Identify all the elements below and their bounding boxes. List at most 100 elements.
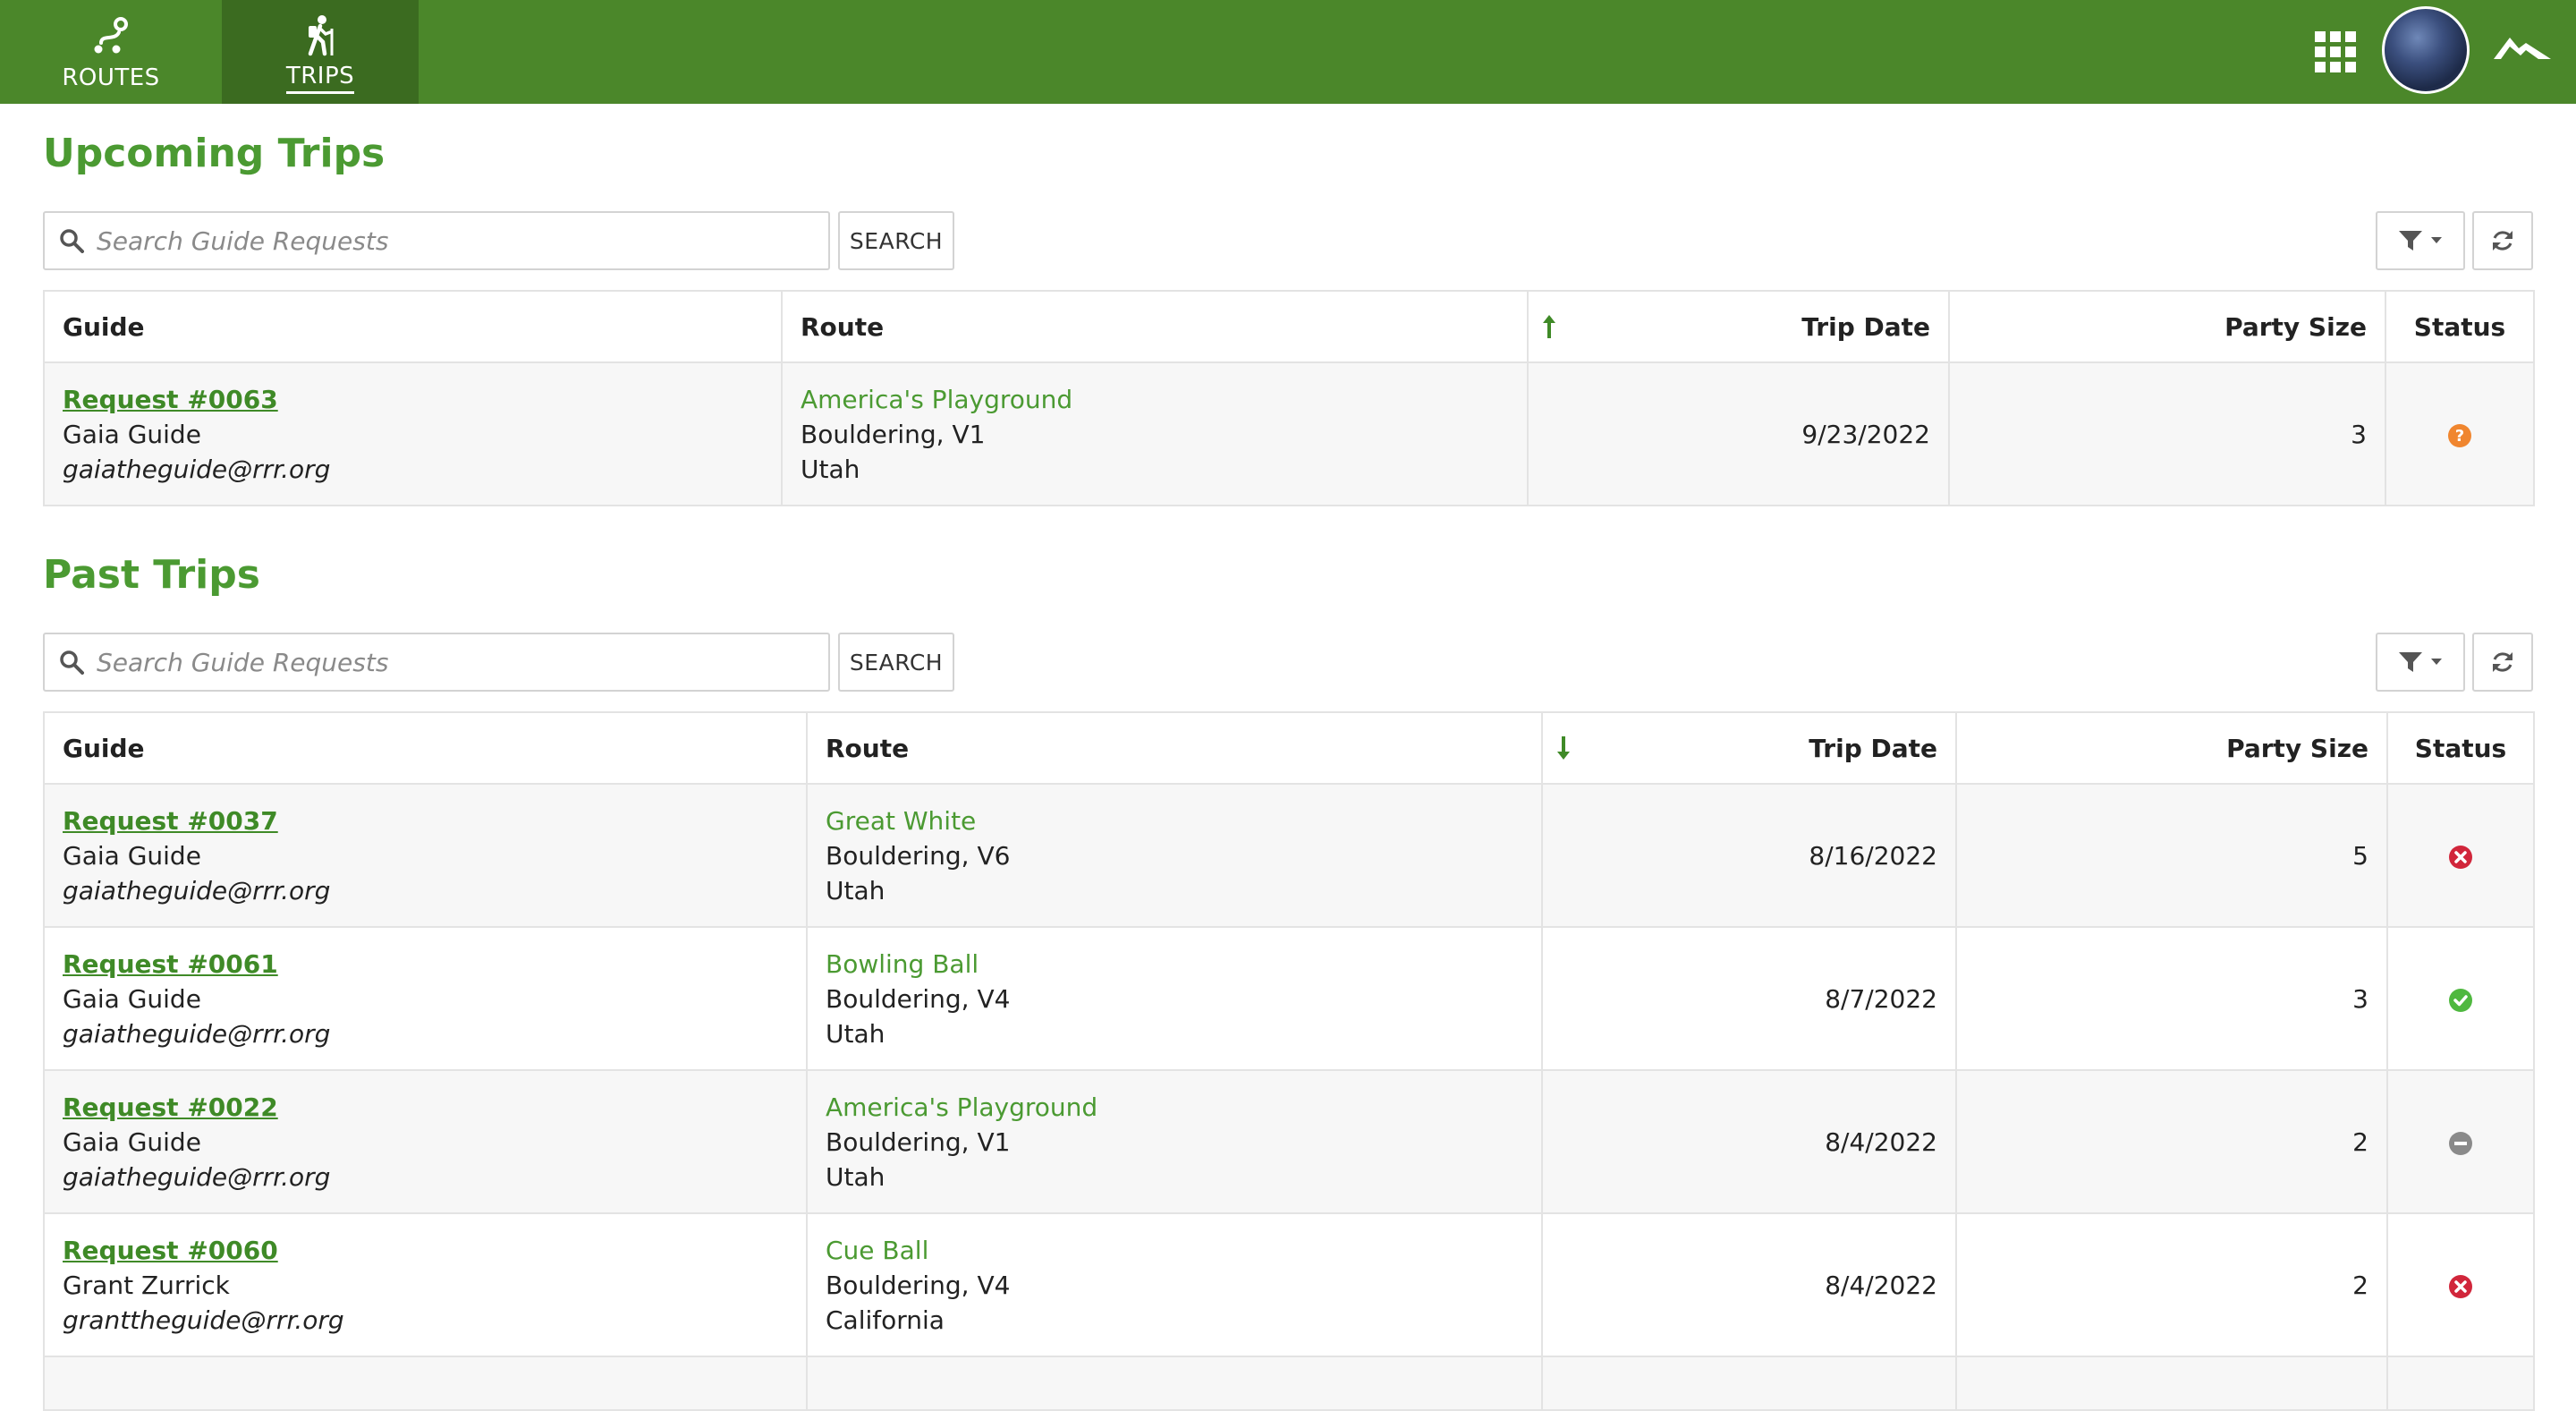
guide-cell: Request #0037 Gaia Guide gaiatheguide@rr… xyxy=(43,783,808,928)
column-header-route[interactable]: Route xyxy=(806,711,1543,785)
search-icon xyxy=(60,229,84,253)
partial-row-cell xyxy=(43,1356,808,1411)
column-header-status[interactable]: Status xyxy=(2386,711,2535,785)
trip-date: 9/23/2022 xyxy=(1527,361,1950,506)
party-size: 3 xyxy=(1948,361,2386,506)
route-type: Bouldering, V1 xyxy=(826,1126,1011,1157)
avatar[interactable] xyxy=(2382,6,2470,94)
route-cell: Cue Ball Bouldering, V4 California xyxy=(806,1212,1543,1357)
route-cell: Great White Bouldering, V6 Utah xyxy=(806,783,1543,928)
party-size: 3 xyxy=(1955,926,2388,1071)
guide-email: gaiatheguide@rrr.org xyxy=(63,875,331,905)
sort-descending-icon xyxy=(1557,736,1570,760)
confirmed-check-icon xyxy=(2449,988,2472,1012)
upcoming-trips-table: Guide Route Trip Date Party Size Status … xyxy=(43,290,2535,506)
table-row xyxy=(43,1356,2535,1411)
svg-text:?: ? xyxy=(2455,427,2464,446)
party-size: 2 xyxy=(1955,1212,2388,1357)
past-search-input[interactable] xyxy=(95,646,796,678)
filter-icon xyxy=(2399,231,2442,251)
guide-cell: Request #0061 Gaia Guide gaiatheguide@rr… xyxy=(43,926,808,1071)
guide-email: gaiatheguide@rrr.org xyxy=(63,1018,331,1049)
tab-trips[interactable]: TRIPS xyxy=(222,0,419,104)
column-header-route[interactable]: Route xyxy=(781,290,1529,363)
trip-date-header-label: Trip Date xyxy=(1809,733,1937,763)
request-link[interactable]: Request #0061 xyxy=(63,947,788,982)
column-header-status[interactable]: Status xyxy=(2385,290,2535,363)
upcoming-refresh-button[interactable] xyxy=(2472,211,2533,270)
declined-x-icon xyxy=(2449,845,2472,869)
route-cell: America's Playground Bouldering, V1 Utah xyxy=(781,361,1529,506)
upcoming-search-field[interactable] xyxy=(43,211,830,270)
past-search-button[interactable]: SEARCH xyxy=(838,633,954,692)
top-navigation-bar: ROUTES TRIPS xyxy=(0,0,2576,104)
tab-routes[interactable]: ROUTES xyxy=(0,0,222,104)
table-header-row: Guide Route Trip Date Party Size Status xyxy=(43,290,2535,363)
sort-ascending-icon xyxy=(1543,315,1555,338)
trip-date: 8/16/2022 xyxy=(1541,783,1957,928)
table-row: Request #0063 Gaia Guide gaiatheguide@rr… xyxy=(43,361,2535,506)
apps-grid-icon[interactable] xyxy=(2315,31,2356,72)
past-search-field[interactable] xyxy=(43,633,830,692)
tab-trips-label: TRIPS xyxy=(285,63,355,94)
route-link[interactable]: America's Playground xyxy=(801,382,1509,417)
mountain-logo-icon[interactable] xyxy=(2494,32,2551,64)
status-cell xyxy=(2386,1212,2535,1357)
route-link[interactable]: Bowling Ball xyxy=(826,947,1523,982)
guide-cell: Request #0060 Grant Zurrick granttheguid… xyxy=(43,1212,808,1357)
past-filter-button[interactable] xyxy=(2376,633,2465,692)
past-refresh-button[interactable] xyxy=(2472,633,2533,692)
route-location: Utah xyxy=(801,454,860,484)
column-header-guide[interactable]: Guide xyxy=(43,290,783,363)
guide-email: gaiatheguide@rrr.org xyxy=(63,454,331,484)
request-link[interactable]: Request #0063 xyxy=(63,382,763,417)
party-size: 5 xyxy=(1955,783,2388,928)
table-header-row: Guide Route Trip Date Party Size Status xyxy=(43,711,2535,785)
route-type: Bouldering, V4 xyxy=(826,1270,1011,1300)
partial-row-cell xyxy=(1955,1356,2388,1411)
past-trips-table: Guide Route Trip Date Party Size Status … xyxy=(43,711,2535,1411)
column-header-trip-date[interactable]: Trip Date xyxy=(1541,711,1957,785)
guide-name: Gaia Guide xyxy=(63,840,201,871)
guide-name: Grant Zurrick xyxy=(63,1270,230,1300)
table-row: Request #0060 Grant Zurrick granttheguid… xyxy=(43,1212,2535,1357)
request-link[interactable]: Request #0022 xyxy=(63,1090,788,1125)
column-header-trip-date[interactable]: Trip Date xyxy=(1527,290,1950,363)
tab-routes-label: ROUTES xyxy=(62,64,160,91)
route-type: Bouldering, V6 xyxy=(826,840,1011,871)
guide-name: Gaia Guide xyxy=(63,1126,201,1157)
guide-name: Gaia Guide xyxy=(63,983,201,1014)
route-link[interactable]: America's Playground xyxy=(826,1090,1523,1125)
status-cell xyxy=(2386,1069,2535,1214)
request-link[interactable]: Request #0037 xyxy=(63,803,788,838)
upcoming-trips-title: Upcoming Trips xyxy=(43,131,386,176)
route-location: California xyxy=(826,1305,945,1335)
route-type: Bouldering, V4 xyxy=(826,983,1011,1014)
partial-row-cell xyxy=(2386,1356,2535,1411)
route-location: Utah xyxy=(826,1018,886,1049)
status-cell xyxy=(2386,783,2535,928)
declined-x-icon xyxy=(2449,1274,2472,1298)
table-row: Request #0061 Gaia Guide gaiatheguide@rr… xyxy=(43,926,2535,1071)
pending-question-icon: ? xyxy=(2448,423,2471,447)
filter-icon xyxy=(2399,652,2442,672)
guide-name: Gaia Guide xyxy=(63,419,201,449)
upcoming-search-input[interactable] xyxy=(95,225,796,257)
partial-row-cell xyxy=(1541,1356,1957,1411)
route-type: Bouldering, V1 xyxy=(801,419,986,449)
trip-date: 8/4/2022 xyxy=(1541,1069,1957,1214)
column-header-guide[interactable]: Guide xyxy=(43,711,808,785)
column-header-party-size[interactable]: Party Size xyxy=(1955,711,2388,785)
party-size: 2 xyxy=(1955,1069,2388,1214)
column-header-party-size[interactable]: Party Size xyxy=(1948,290,2386,363)
route-location: Utah xyxy=(826,875,886,905)
route-cell: America's Playground Bouldering, V1 Utah xyxy=(806,1069,1543,1214)
upcoming-filter-button[interactable] xyxy=(2376,211,2465,270)
cancelled-minus-icon xyxy=(2449,1131,2472,1155)
request-link[interactable]: Request #0060 xyxy=(63,1233,788,1268)
route-link[interactable]: Great White xyxy=(826,803,1523,838)
search-icon xyxy=(60,650,84,675)
route-link[interactable]: Cue Ball xyxy=(826,1233,1523,1268)
table-row: Request #0037 Gaia Guide gaiatheguide@rr… xyxy=(43,783,2535,928)
upcoming-search-button[interactable]: SEARCH xyxy=(838,211,954,270)
